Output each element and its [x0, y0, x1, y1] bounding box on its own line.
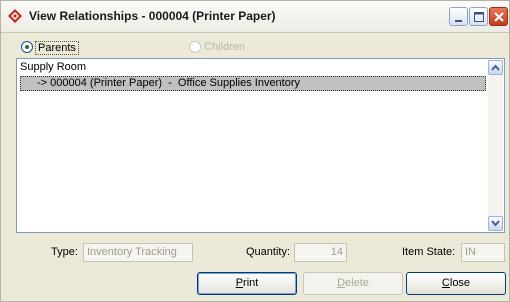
- title-bar[interactable]: View Relationships - 000004 (Printer Pap…: [1, 1, 509, 33]
- print-button-accel: P: [235, 277, 244, 289]
- app-diamond-icon[interactable]: [8, 9, 22, 23]
- item-state-label: Item State:: [402, 246, 456, 258]
- maximize-button[interactable]: [469, 7, 488, 26]
- close-button-label: lose: [449, 277, 471, 289]
- view-relationships-window: View Relationships - 000004 (Printer Pap…: [0, 0, 510, 302]
- vertical-scrollbar[interactable]: [488, 60, 503, 231]
- scroll-up-arrow-icon: [491, 64, 500, 71]
- type-label: Type:: [51, 246, 78, 258]
- minimize-icon: [455, 20, 462, 22]
- delete-button-accel: D: [337, 277, 346, 289]
- window-title: View Relationships - 000004 (Printer Pap…: [29, 9, 276, 23]
- relationships-list[interactable]: Supply Room -> 000004 (Printer Paper) - …: [16, 58, 505, 233]
- close-button[interactable]: Close: [406, 272, 506, 295]
- children-radio-label[interactable]: Children: [204, 41, 245, 53]
- quantity-label: Quantity:: [246, 246, 291, 258]
- delete-button[interactable]: Delete: [303, 272, 403, 295]
- scroll-down-arrow-icon: [491, 220, 500, 227]
- scroll-down-button[interactable]: [488, 216, 503, 231]
- list-item[interactable]: -> 000004 (Printer Paper) - Office Suppl…: [20, 76, 486, 91]
- minimize-button[interactable]: [449, 7, 468, 26]
- children-radio[interactable]: [189, 41, 201, 53]
- close-icon: [494, 12, 504, 22]
- item-state-field: IN: [461, 243, 505, 262]
- type-field: Inventory Tracking: [83, 243, 193, 262]
- quantity-field: 14: [294, 243, 347, 262]
- parents-radio-label[interactable]: Parents: [35, 41, 79, 55]
- close-window-button[interactable]: [489, 7, 508, 26]
- scroll-up-button[interactable]: [488, 60, 503, 75]
- print-button[interactable]: Print: [197, 272, 297, 295]
- parents-radio[interactable]: [21, 41, 33, 53]
- print-button-label: rint: [243, 277, 259, 289]
- close-button-accel: C: [441, 277, 450, 289]
- delete-button-label: elete: [345, 277, 369, 289]
- list-group-header: Supply Room: [20, 61, 87, 73]
- maximize-icon: [474, 12, 484, 22]
